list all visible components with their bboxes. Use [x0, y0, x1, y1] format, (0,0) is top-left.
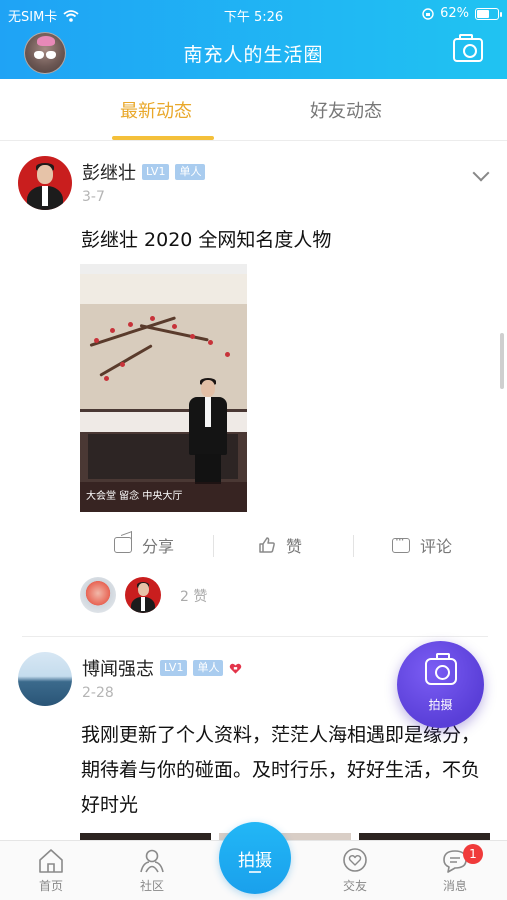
plum-blossom — [225, 352, 230, 357]
photo-topbar — [80, 264, 247, 274]
camera-icon[interactable] — [453, 34, 483, 62]
person-shirt — [205, 397, 211, 427]
post-date: 3-7 — [82, 189, 105, 205]
photo-plaque — [80, 274, 247, 304]
center-shoot-button[interactable]: 拍摄 — [219, 822, 291, 894]
lock-rotation-icon — [422, 7, 434, 20]
post-date: 2-28 — [82, 685, 114, 701]
avatar-shirt — [141, 597, 145, 611]
comment-button[interactable]: 评论 — [392, 533, 452, 557]
plum-blossom — [190, 334, 195, 339]
nav-community-label: 社区 — [139, 879, 164, 893]
app-screen: 无SIM卡 下午 5:26 62% 南充人的生活圈 最新动态 好友动态 彭继壮 … — [0, 0, 507, 900]
person-head — [201, 380, 215, 397]
chevron-down-icon[interactable] — [472, 164, 490, 182]
author-name[interactable]: 博闻强志 — [82, 655, 154, 681]
tab-latest[interactable]: 最新动态 — [120, 97, 192, 123]
page-title: 南充人的生活圈 — [183, 44, 324, 66]
home-icon — [39, 849, 63, 873]
author-avatar[interactable] — [18, 156, 72, 210]
post-photo[interactable]: 大会堂 留念 中央大厅 — [80, 264, 247, 512]
nav-home-label: 首页 — [38, 879, 63, 893]
camera-icon — [425, 653, 457, 685]
nav-messages-label: 消息 — [442, 879, 467, 893]
feed-tabs: 最新动态 好友动态 — [0, 79, 507, 141]
likes-count: 2 赞 — [180, 589, 208, 605]
plum-blossom — [172, 324, 177, 329]
post-text: 我刚更新了个人资料，茫茫人海相遇即是缘分，期待着与你的碰面。及时行乐，好好生活，… — [81, 724, 481, 816]
share-icon — [114, 537, 132, 553]
status-right: 62% — [422, 6, 502, 21]
action-divider — [213, 535, 214, 557]
plum-blossom — [104, 376, 109, 381]
comment-icon — [392, 533, 410, 553]
battery-icon — [475, 7, 502, 20]
person-legs — [195, 454, 221, 484]
nav-home[interactable]: 首页 — [16, 847, 86, 894]
scrollbar[interactable] — [500, 333, 504, 389]
plum-blossom — [150, 316, 155, 321]
community-icon — [140, 849, 164, 873]
post-actions: 分享 赞 评论 — [0, 529, 507, 559]
plum-blossom — [94, 338, 99, 343]
active-tab-indicator — [112, 136, 214, 140]
liker-avatar[interactable] — [80, 577, 116, 613]
like-label: 赞 — [286, 537, 303, 556]
author-avatar[interactable] — [18, 652, 72, 706]
avatar-shirt — [42, 186, 48, 206]
author-name[interactable]: 彭继壮 — [82, 159, 136, 185]
heart-chat-icon — [343, 848, 367, 872]
center-shoot-dash — [249, 871, 261, 873]
plum-blossom — [120, 362, 125, 367]
nav-community[interactable]: 社区 — [117, 847, 187, 894]
battery-fill — [477, 9, 489, 18]
author-row: 彭继壮 LV1 单人 — [82, 159, 206, 185]
post-separator — [22, 636, 488, 637]
messages-badge: 1 — [463, 844, 483, 864]
shoot-fab-button[interactable]: 拍摄 — [397, 641, 484, 728]
fab-label: 拍摄 — [428, 698, 453, 712]
photo-caption: 大会堂 留念 中央大厅 — [80, 482, 247, 512]
like-button[interactable]: 赞 — [258, 533, 302, 557]
status-badge: 单人 — [193, 660, 224, 676]
header: 无SIM卡 下午 5:26 62% 南充人的生活圈 — [0, 0, 507, 79]
tab-friends[interactable]: 好友动态 — [310, 97, 382, 123]
plum-blossom — [208, 340, 213, 345]
heart-icon — [230, 663, 242, 674]
battery-percent: 62% — [440, 6, 469, 21]
status-badge: 单人 — [175, 164, 206, 180]
action-divider — [353, 535, 354, 557]
level-badge: LV1 — [160, 660, 188, 676]
plum-blossom — [128, 322, 133, 327]
nav-friends[interactable]: 交友 — [320, 847, 390, 894]
liker-avatar[interactable] — [125, 577, 161, 613]
nav-friends-label: 交友 — [342, 879, 367, 893]
center-shoot-label: 拍摄 — [238, 851, 272, 871]
status-bar: 无SIM卡 下午 5:26 62% — [0, 0, 507, 28]
level-badge: LV1 — [142, 164, 170, 180]
thumbs-up-icon — [259, 537, 275, 553]
share-label: 分享 — [142, 537, 175, 556]
author-row: 博闻强志 LV1 单人 — [82, 655, 242, 681]
plum-blossom — [110, 328, 115, 333]
title-bar: 南充人的生活圈 — [0, 30, 507, 76]
post-text: 彭继壮 2020 全网知名度人物 — [81, 229, 332, 251]
avatar-head — [138, 583, 149, 596]
likers-row: 2 赞 — [0, 577, 507, 617]
share-button[interactable]: 分享 — [114, 533, 174, 557]
avatar-head — [37, 165, 53, 184]
comment-label: 评论 — [420, 537, 453, 556]
